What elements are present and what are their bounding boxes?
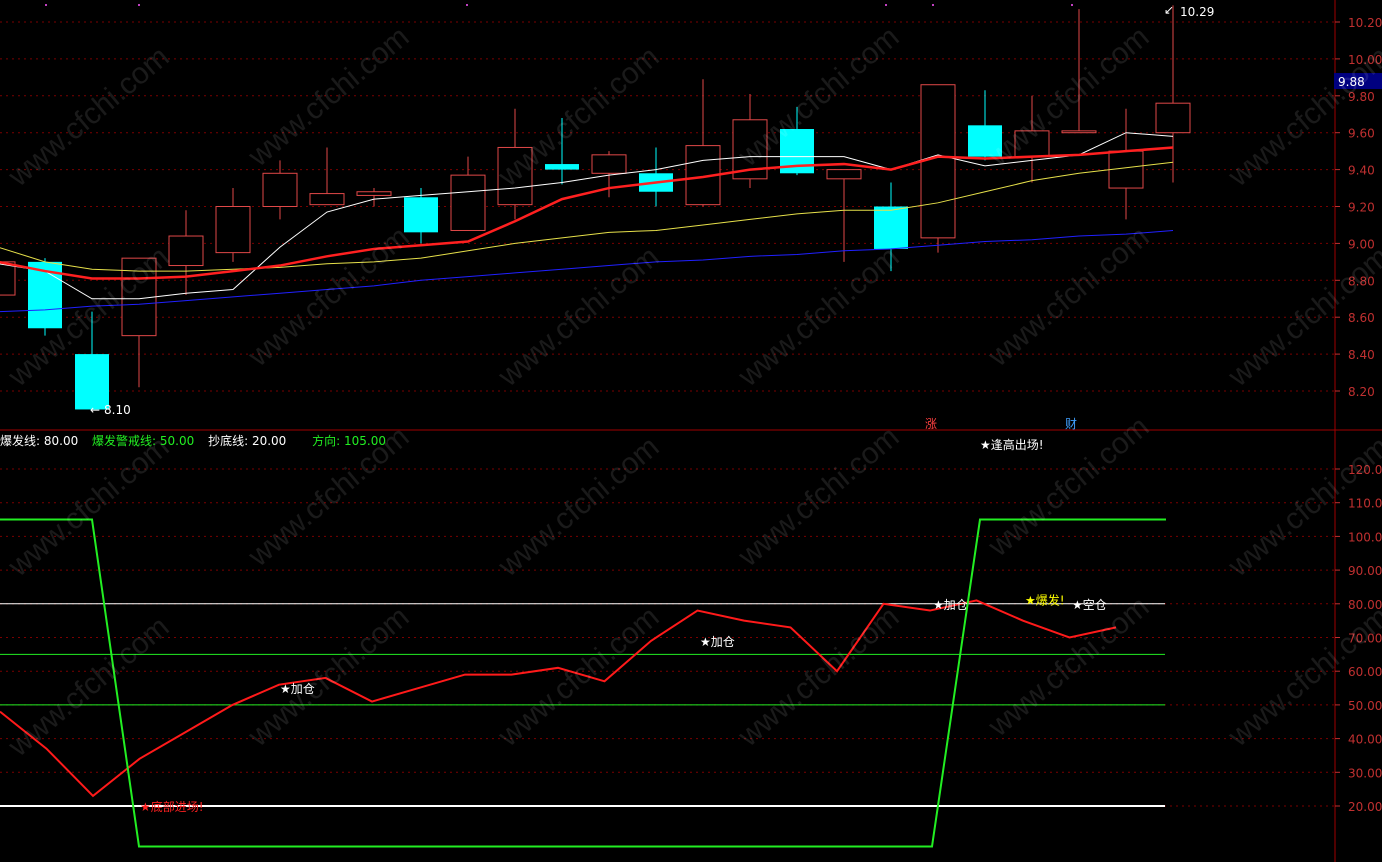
indicator-tick-label: 20.00 [1348,800,1382,814]
candle-body-down [75,354,109,410]
candle-body-down [545,164,579,170]
top-tick-mark [138,4,140,6]
candle-body-up [920,84,956,239]
price-tick-label: 10.00 [1348,53,1382,67]
candle-body-up [1155,102,1191,134]
price-marker: 财 [1065,417,1077,431]
high-arrow: ↙ [1164,3,1174,17]
candle-body-up [826,169,862,180]
price-tick-label: 10.20 [1348,16,1382,30]
indicator-tick-label: 60.00 [1348,665,1382,679]
indicator-annotation: ★空仓 [1072,598,1107,612]
price-tick-label: 9.80 [1348,90,1375,104]
direction-green-line [0,518,1166,848]
price-tick-label: 8.60 [1348,311,1375,325]
indicator-tick-label: 110.00 [1348,497,1382,511]
low-arrow: ← [90,403,100,417]
price-tick-label: 9.20 [1348,201,1375,215]
indicator-hlines [0,603,1165,807]
grid-lines [0,4,1335,807]
candle-body-down [968,125,1002,157]
price-tick-label: 8.80 [1348,274,1375,288]
indicator-annotation: ★逢高出场! [980,437,1044,452]
indicator-annotation: ★底部进场! [140,799,204,814]
indicator-legend: 爆发线: 80.00 爆发警戒线: 50.00 抄底线: 20.00 方向: 1… [0,432,396,449]
top-tick-mark [1071,4,1073,6]
price-tick-label: 9.00 [1348,237,1375,251]
indicator-tick-label: 120.00 [1348,463,1382,477]
indicator-tick-label: 40.00 [1348,733,1382,747]
candle-body-up [168,235,204,267]
indicator-tick-label: 30.00 [1348,766,1382,780]
price-tick-label: 8.40 [1348,348,1375,362]
price-tick-label: 9.60 [1348,127,1375,141]
candle-body-down [404,197,438,233]
moving-averages [0,132,1174,313]
indicator-tick-label: 80.00 [1348,598,1382,612]
top-tick-mark [45,4,47,6]
chart-canvas: 10.20 10.00 9.80 9.60 9.40 9.20 9.00 8.80 8.60 8.… [0,0,1382,862]
low-price-label: 8.10 [104,403,131,417]
legend-burst-line: 爆发线: 80.00 [0,434,79,448]
indicator-tick-label: 50.00 [1348,699,1382,713]
candle-body-up [1061,130,1097,134]
candle-body-up [215,206,251,254]
indicator-tick-label: 90.00 [1348,564,1382,578]
candle-body-up [450,174,486,231]
legend-direction: 方向: 105.00 [312,434,386,448]
top-tick-mark [466,4,468,6]
candle-body-up [262,172,298,207]
candle-body-up [497,146,533,206]
indicator-tick-label: 70.00 [1348,632,1382,646]
chart-labels: 10.29 ↙ 8.10 ← 涨 财 ★底部进场! ★加仓 ★加仓 ★加仓 ★爆发! ★空仓 ★逢高出场… [90,3,1214,814]
candle-body-down [874,206,908,249]
indicator-annotation: ★加仓 [933,598,968,612]
indicator-annotation: ★加仓 [700,635,735,649]
candle-body-up [356,191,392,196]
indicator-tick-label: 100.00 [1348,530,1382,544]
indicator-annotation: ★爆发! [1025,592,1065,607]
oscillator-lines [0,518,1166,848]
top-tick-mark [932,4,934,6]
price-marker: 涨 [925,416,937,431]
price-tick-label: 9.40 [1348,164,1375,178]
legend-bottom-line: 抄底线: 20.00 [208,434,287,448]
candle-body-up [0,261,16,296]
oscillator-red-line [0,599,1117,798]
candlesticks [0,5,1191,410]
top-tick-mark [885,4,887,6]
high-price-label: 10.29 [1180,5,1214,19]
candle-body-up [309,193,345,206]
candle-body-up [1014,130,1050,158]
current-price-tag: 9.88 [1338,75,1365,89]
indicator-annotation: ★加仓 [280,682,315,696]
candle-body-up [591,154,627,174]
legend-burst-warning-line: 爆发警戒线: 50.00 [92,434,195,448]
price-tick-label: 8.20 [1348,385,1375,399]
